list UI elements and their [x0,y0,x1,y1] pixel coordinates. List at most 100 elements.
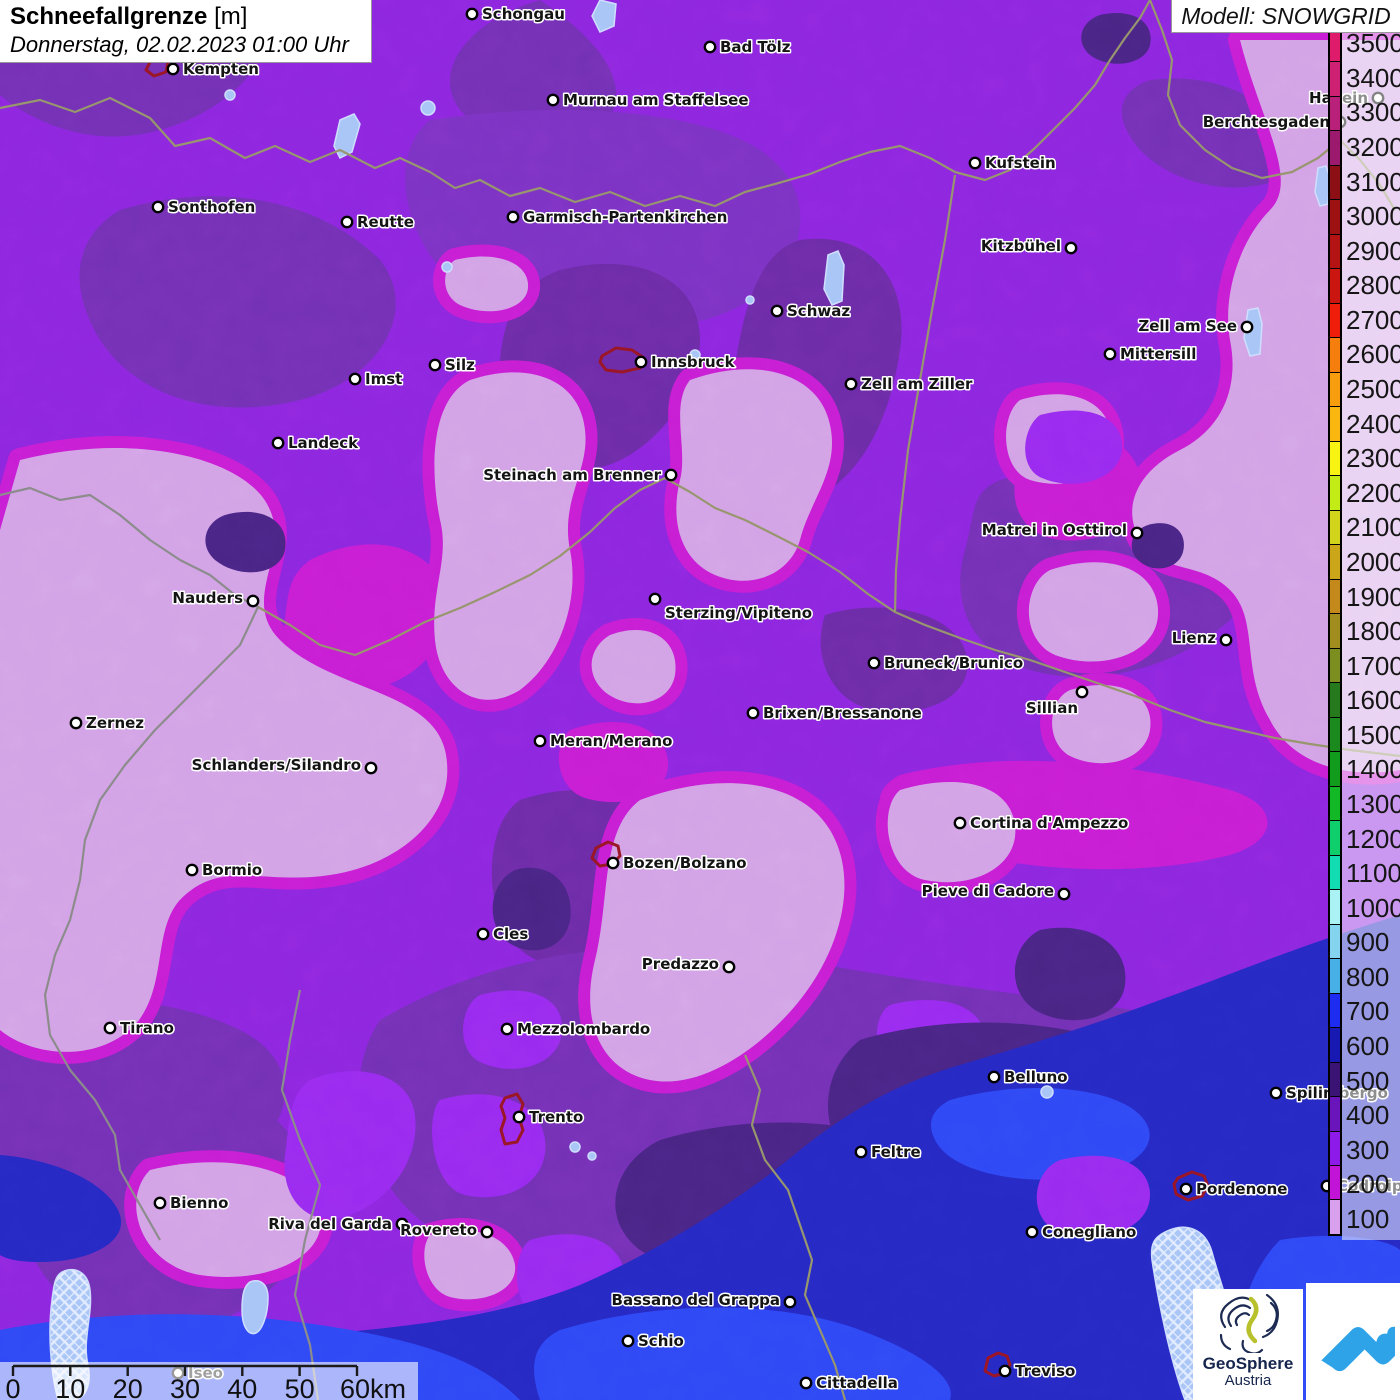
city-dot [724,962,734,972]
colorbar-segment [1330,131,1340,165]
colorbar-segment [1330,959,1340,993]
colorbar-segment [1330,890,1340,924]
city-label: Schio [638,1332,684,1350]
colorbar-segment [1330,856,1340,890]
colorbar-segment [1330,407,1340,441]
city-label: Garmisch-Partenkirchen [523,208,727,226]
colorbar-tick-label: 2600 [1346,337,1400,372]
city-dot [502,1024,512,1034]
colorbar-tick-label: 1000 [1346,890,1400,925]
city-label: Steinach am Brenner [483,466,661,484]
city-label: Zell am Ziller [861,375,973,393]
colorbar-segment [1330,166,1340,200]
map-datetime: Donnerstag, 02.02.2023 01:00 Uhr [10,31,361,58]
scalebar-tick-label: 30 [170,1374,200,1400]
city-dot [350,374,360,384]
colorbar-segment [1330,1132,1340,1166]
colorbar-segment [1330,442,1340,476]
colorbar-segment [1330,994,1340,1028]
city-dot [482,1227,492,1237]
colorbar-segment [1330,683,1340,717]
colorbar-segment [1330,614,1340,648]
colorbar-segment [1330,545,1340,579]
city-label: Imst [365,370,402,388]
weather-map-screenshot: SchongauBad TölzKemptenMurnau am Staffel… [0,0,1400,1400]
city-dot [772,306,782,316]
colorbar-segment [1330,97,1340,131]
city-label: Berchtesgaden [1203,113,1330,131]
colorbar-tick-label: 3400 [1346,61,1400,96]
city-dot [1066,243,1076,253]
city-dot [955,818,965,828]
colorbar-tick-label: 1200 [1346,821,1400,856]
colorbar-tick-label: 500 [1346,1063,1400,1098]
city-dot [801,1378,811,1388]
colorbar-tick-label: 2400 [1346,406,1400,441]
city-label: Bienno [170,1194,228,1212]
colorbar-tick-label: 2300 [1346,441,1400,476]
colorbar-tick-label: 1600 [1346,683,1400,718]
city-dot [187,865,197,875]
city-label: Bormio [202,861,262,879]
city-label: Murnau am Staffelsee [563,91,749,109]
city-label: Sterzing/Vipiteno [665,604,812,622]
city-dot [705,42,715,52]
scalebar-tick-label: 0 [5,1374,20,1400]
city-dot [535,736,545,746]
colorbar-segment [1330,752,1340,786]
partner-logo-box [1306,1283,1400,1400]
colorbar-segment [1330,580,1340,614]
city-dot [273,438,283,448]
city-dot [478,929,488,939]
city-dot [430,360,440,370]
colorbar-tick-label: 3100 [1346,164,1400,199]
city-dot [1221,635,1231,645]
city-dot [869,658,879,668]
city-label: Conegliano [1042,1223,1136,1241]
geosphere-logo-box: GeoSphere Austria [1193,1289,1303,1400]
city-label: Brixen/Bressanone [763,704,922,722]
city-dot [1242,322,1252,332]
city-label: Schwaz [787,302,850,320]
city-dot [748,708,758,718]
colorbar-tick-label: 900 [1346,925,1400,960]
scalebar-tick-label: 10 [55,1374,85,1400]
colorbar-tick-label: 200 [1346,1167,1400,1202]
colorbar-segment [1330,787,1340,821]
city-label: Meran/Merano [550,732,672,750]
colorbar-tick-label: 1300 [1346,787,1400,822]
city-dot [467,9,477,19]
title-box: Schneefallgrenze [m] Donnerstag, 02.02.2… [0,0,372,63]
colorbar-segment [1330,269,1340,303]
colorbar-tick-label: 1100 [1346,856,1400,891]
colorbar-segment [1330,1200,1340,1233]
city-label: Sillian [1026,699,1078,717]
city-dot [1181,1184,1191,1194]
model-label: Modell: SNOWGRID [1181,3,1391,30]
colorbar-segment [1330,476,1340,510]
colorbar-tick-label: 100 [1346,1202,1400,1237]
scalebar: 0102030405060km [0,1362,418,1400]
colorbar-segment [1330,235,1340,269]
colorbar-labels: 3500340033003200310030002900280027002600… [1346,26,1400,1236]
city-dot [366,763,376,773]
colorbar-tick-label: 1400 [1346,752,1400,787]
colorbar-segment [1330,1097,1340,1131]
colorbar-segment [1330,821,1340,855]
city-label: Cittadella [816,1374,898,1392]
city-dot [514,1112,524,1122]
city-dot [71,718,81,728]
scalebar-tick-label: 50 [285,1374,315,1400]
city-label: Predazzo [642,955,719,973]
city-label: Kitzbühel [981,237,1061,255]
city-label: Bassano del Grappa [612,1291,780,1309]
scalebar-tick-label: 60km [340,1374,406,1400]
colorbar-tick-label: 2000 [1346,545,1400,580]
scalebar-ruler: 0102030405060km [0,1362,418,1400]
city-label: Matrei in Osttirol [982,521,1127,539]
city-label: Belluno [1004,1068,1068,1086]
map-canvas: SchongauBad TölzKemptenMurnau am Staffel… [0,0,1400,1400]
city-label: Mittersill [1120,345,1196,363]
city-label: Schlanders/Silandro [192,756,361,774]
city-dot [1027,1227,1037,1237]
